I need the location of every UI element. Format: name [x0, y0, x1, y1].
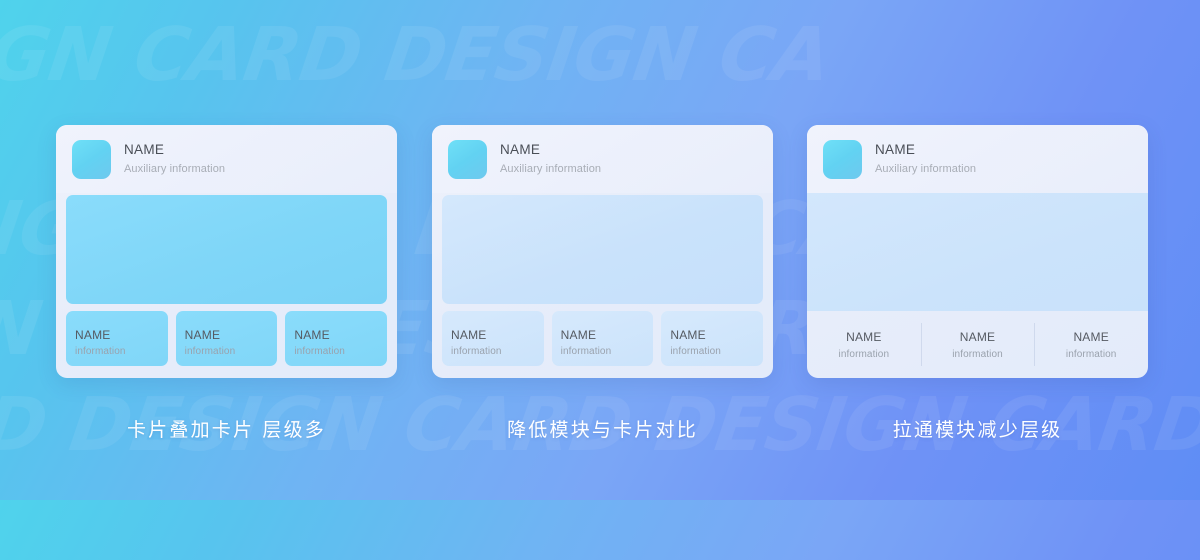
card-tile[interactable]: NAME information — [1034, 311, 1148, 378]
card-subtitle: Auxiliary information — [500, 162, 602, 175]
card-tile-row: NAME information NAME information NAME i… — [56, 304, 397, 376]
tile-info: information — [294, 346, 345, 357]
card-caption: 拉通模块减少层级 — [892, 419, 1063, 441]
card-tile[interactable]: NAME information — [807, 311, 921, 378]
tile-title: NAME — [451, 328, 487, 342]
card-header: NAME Auxiliary information — [807, 125, 1148, 193]
card-header: NAME Auxiliary information — [432, 125, 773, 193]
card-title: NAME — [124, 141, 165, 157]
card-tile[interactable]: NAME information — [285, 311, 388, 366]
card-tile[interactable]: NAME information — [920, 311, 1035, 378]
tile-info: information — [451, 346, 502, 357]
card-subtitle: Auxiliary information — [124, 162, 226, 175]
tile-info: information — [560, 346, 612, 357]
card-header-text: NAME Auxiliary information — [875, 142, 976, 176]
card-body: NAME information NAME information NAME i… — [56, 193, 397, 378]
tile-info: information — [75, 346, 126, 357]
card-hero-block[interactable] — [66, 195, 387, 304]
tile-title: NAME — [670, 328, 706, 342]
tile-title: NAME — [1073, 329, 1109, 344]
card-tile-row: NAME information NAME information NAME i… — [432, 304, 773, 376]
tile-title: NAME — [959, 329, 996, 344]
card-hero-block[interactable] — [807, 193, 1148, 311]
card-column-flattened: NAME Auxiliary information NAME informat… — [807, 125, 1148, 442]
tile-info: information — [184, 346, 236, 357]
tile-title: NAME — [75, 328, 111, 342]
card-tile[interactable]: NAME information — [442, 311, 544, 366]
card-column-stacked: NAME Auxiliary information NAME informat… — [56, 125, 397, 442]
card-tile[interactable]: NAME information — [175, 311, 278, 366]
card-hero-block[interactable] — [442, 195, 763, 304]
card-comparison-stage: NAME Auxiliary information NAME informat… — [0, 0, 1200, 500]
card-subtitle: Auxiliary information — [875, 162, 977, 175]
avatar-icon — [448, 139, 487, 179]
card-header-text: NAME Auxiliary information — [500, 142, 601, 176]
tile-info: information — [838, 348, 890, 360]
card-tile[interactable]: NAME information — [661, 311, 764, 366]
card-tile[interactable]: NAME information — [551, 311, 654, 366]
card-header-text: NAME Auxiliary information — [124, 142, 225, 176]
card-caption: 卡片叠加卡片 层级多 — [126, 419, 327, 441]
tile-info: information — [952, 348, 1003, 360]
tile-title: NAME — [294, 328, 330, 342]
card-header: NAME Auxiliary information — [56, 125, 397, 193]
tile-title: NAME — [846, 329, 882, 344]
card-body: NAME information NAME information NAME i… — [807, 193, 1148, 378]
avatar-icon — [823, 139, 862, 179]
card-title: NAME — [500, 141, 541, 157]
card-low-contrast[interactable]: NAME Auxiliary information NAME informat… — [432, 125, 773, 378]
card-title: NAME — [875, 141, 916, 157]
card-body: NAME information NAME information NAME i… — [432, 193, 773, 378]
card-stacked[interactable]: NAME Auxiliary information NAME informat… — [56, 125, 397, 378]
card-flattened[interactable]: NAME Auxiliary information NAME informat… — [807, 125, 1148, 378]
card-column-low-contrast: NAME Auxiliary information NAME informat… — [432, 125, 773, 442]
card-tile-row: NAME information NAME information NAME i… — [807, 311, 1148, 378]
card-caption: 降低模块与卡片对比 — [507, 419, 698, 441]
tile-info: information — [670, 346, 721, 357]
tile-info: information — [1065, 348, 1117, 360]
tile-title: NAME — [560, 328, 597, 342]
card-tile[interactable]: NAME information — [66, 311, 168, 366]
tile-title: NAME — [184, 328, 221, 342]
avatar-icon — [72, 139, 111, 179]
